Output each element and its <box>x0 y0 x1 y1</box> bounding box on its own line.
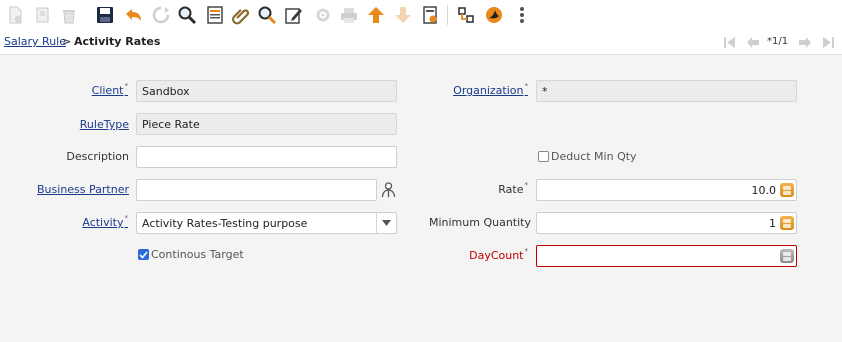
continous-target-checkbox[interactable]: Continous Target <box>138 248 244 261</box>
attachment-button[interactable] <box>230 4 252 26</box>
organization-label[interactable]: Organization* <box>328 82 528 97</box>
pencil-note-icon <box>285 8 302 24</box>
undo-arrow-icon <box>126 9 141 21</box>
help-icon <box>486 7 502 23</box>
arrow-down-icon <box>395 7 411 23</box>
rate-field[interactable]: 10.0 <box>536 179 797 201</box>
zoom-icon <box>258 6 277 25</box>
minimum-quantity-calculator-button[interactable] <box>780 216 794 230</box>
previous-record-button[interactable] <box>365 4 387 26</box>
organization-field[interactable]: * <box>536 80 797 102</box>
zoom-across-button[interactable] <box>256 4 278 26</box>
breadcrumb-parent-link[interactable]: Salary Rule <box>4 35 66 48</box>
form-view-button[interactable] <box>204 4 226 26</box>
day-count-field[interactable] <box>536 245 797 267</box>
archive-icon <box>458 7 474 23</box>
copy-icon <box>36 7 49 23</box>
new-document-icon <box>9 6 22 24</box>
rule-type-field[interactable]: Piece Rate <box>136 113 397 135</box>
deduct-min-qty-checkbox[interactable]: Deduct Min Qty <box>538 150 637 163</box>
next-arrow-icon <box>799 36 811 48</box>
copy-record-button[interactable] <box>32 4 54 26</box>
notes-button[interactable] <box>283 4 305 26</box>
previous-record-nav-button[interactable] <box>746 36 760 48</box>
undo-button[interactable] <box>122 4 144 26</box>
description-field[interactable] <box>136 146 397 168</box>
toolbar <box>0 0 842 30</box>
record-form: Client* Sandbox Organization* * RuleType… <box>0 56 842 342</box>
new-record-button[interactable] <box>4 4 26 26</box>
delete-button[interactable] <box>58 4 80 26</box>
check-icon <box>139 250 148 259</box>
business-partner-label[interactable]: Business Partner <box>0 183 129 196</box>
floppy-disk-icon <box>97 7 113 23</box>
next-record-nav-button[interactable] <box>798 36 812 48</box>
day-count-calculator-button[interactable] <box>780 249 794 263</box>
refresh-button[interactable] <box>150 4 172 26</box>
first-record-icon <box>724 36 735 48</box>
activity-label[interactable]: Activity* <box>0 214 128 229</box>
record-count: *1/1 <box>767 36 789 47</box>
report-icon <box>423 6 437 24</box>
archive-button[interactable] <box>455 4 477 26</box>
breadcrumb: Salary Rule > Activity Rates *1/1 <box>0 30 842 55</box>
rate-label: Rate* <box>498 181 528 196</box>
workflow-button[interactable] <box>312 4 334 26</box>
toolbar-separator <box>447 5 448 25</box>
minimum-quantity-label: Minimum Quantity <box>428 216 531 229</box>
minimum-quantity-field[interactable]: 1 <box>536 212 797 234</box>
rate-value: 10.0 <box>751 183 777 197</box>
activity-selected-value: Activity Rates-Testing purpose <box>142 216 308 230</box>
printer-icon <box>341 8 357 23</box>
arrow-up-icon <box>368 7 384 23</box>
previous-arrow-icon <box>747 36 759 48</box>
last-record-button[interactable] <box>821 36 835 48</box>
first-record-button[interactable] <box>723 36 737 48</box>
day-count-label: DayCount* <box>469 247 528 262</box>
paperclip-icon <box>232 9 250 25</box>
next-record-button[interactable] <box>392 4 414 26</box>
trash-icon <box>63 10 75 24</box>
form-icon <box>207 6 223 24</box>
vertical-dots-icon <box>520 7 524 23</box>
description-label: Description <box>66 150 129 163</box>
breadcrumb-separator: > <box>62 35 72 48</box>
deduct-min-qty-box[interactable] <box>538 151 549 162</box>
continous-target-box[interactable] <box>138 249 149 260</box>
last-record-icon <box>823 36 834 48</box>
continous-target-label: Continous Target <box>151 248 244 261</box>
deduct-min-qty-label: Deduct Min Qty <box>551 150 637 163</box>
breadcrumb-current: Activity Rates <box>74 35 161 48</box>
minimum-quantity-value: 1 <box>769 216 776 230</box>
gear-workflow-icon <box>316 8 330 22</box>
more-button[interactable] <box>511 4 533 26</box>
rate-calculator-button[interactable] <box>780 183 794 197</box>
refresh-icon <box>152 6 170 24</box>
report-button[interactable] <box>419 4 441 26</box>
print-button[interactable] <box>338 4 360 26</box>
client-label[interactable]: Client* <box>0 82 128 97</box>
save-button[interactable] <box>94 4 116 26</box>
magnifier-icon <box>178 6 197 25</box>
rule-type-label[interactable]: RuleType <box>0 118 129 131</box>
find-button[interactable] <box>176 4 198 26</box>
help-button[interactable] <box>483 4 505 26</box>
